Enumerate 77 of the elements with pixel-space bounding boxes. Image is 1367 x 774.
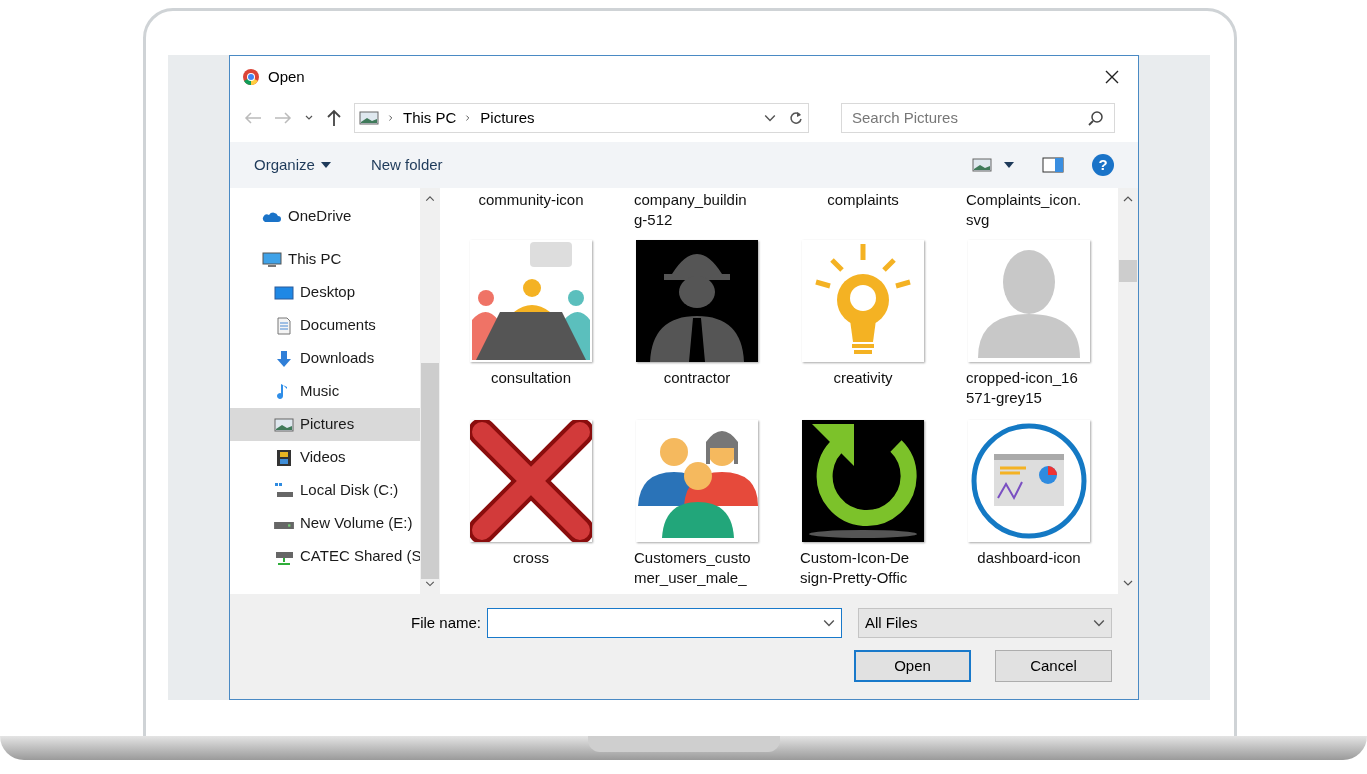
scrollbar[interactable] <box>1118 188 1138 594</box>
organize-button[interactable]: Organize <box>254 153 331 177</box>
scroll-up-icon[interactable] <box>425 194 435 204</box>
file-name[interactable]: cropped-icon_16 571-grey15 <box>966 368 1092 408</box>
file-name[interactable]: Complaints_icon. svg <box>966 190 1092 230</box>
file-name[interactable]: dashboard-icon <box>966 548 1092 568</box>
nav-label: Videos <box>300 447 346 468</box>
file-type-dropdown[interactable]: All Files <box>858 608 1112 638</box>
nav-item[interactable]: CATEC Shared (S <box>230 540 420 573</box>
nav-item[interactable]: Local Disk (C:) <box>230 474 420 507</box>
file-name[interactable]: cross <box>468 548 594 568</box>
file-name[interactable]: Custom-Icon-De sign-Pretty-Offic <box>800 548 926 588</box>
nav-label: New Volume (E:) <box>300 513 413 534</box>
file-name[interactable]: community-icon <box>468 190 594 210</box>
search-icon[interactable] <box>1088 110 1104 126</box>
file-name[interactable]: consultation <box>468 368 594 388</box>
file-name[interactable]: complaints <box>800 190 926 210</box>
address-bar[interactable]: This PC Pictures <box>354 103 809 133</box>
nav-label: Music <box>300 381 340 402</box>
browser-logo-icon <box>242 68 260 86</box>
scroll-down-icon[interactable] <box>1123 578 1133 588</box>
breadcrumb-chevron-icon[interactable] <box>387 113 395 123</box>
nav-item[interactable]: Music <box>230 375 420 408</box>
caret-icon <box>320 162 331 168</box>
new-folder-button[interactable]: New folder <box>370 153 443 177</box>
nav-item[interactable]: New Volume (E:) <box>230 507 420 540</box>
nav-label: Documents <box>300 315 376 336</box>
down-arrow-icon <box>274 349 294 368</box>
nav-item[interactable]: Desktop <box>230 276 420 309</box>
desktop-icon <box>274 283 294 302</box>
dropdown-chevron-icon[interactable] <box>764 112 776 124</box>
file-name-field[interactable] <box>487 608 842 638</box>
computer-icon <box>262 250 282 269</box>
caret-icon[interactable] <box>1004 162 1014 168</box>
breadcrumb[interactable]: Pictures <box>480 106 535 130</box>
nav-label: Pictures <box>300 414 355 435</box>
help-icon[interactable]: ? <box>1092 154 1114 176</box>
scroll-thumb[interactable] <box>421 363 439 579</box>
nav-label: Desktop <box>300 282 356 303</box>
scroll-up-icon[interactable] <box>1123 194 1133 204</box>
nav-label: Downloads <box>300 348 375 369</box>
view-icon[interactable] <box>972 157 992 173</box>
window-title: Open <box>268 66 305 87</box>
file-name[interactable]: creativity <box>800 368 926 388</box>
nav-item[interactable]: Videos <box>230 441 420 474</box>
nav-item[interactable]: Pictures <box>230 408 420 441</box>
search-input[interactable]: Search Pictures <box>852 106 1088 130</box>
close-icon[interactable] <box>1104 69 1120 85</box>
document-icon <box>274 316 294 335</box>
cancel-button[interactable]: Cancel <box>995 650 1112 682</box>
file-name[interactable]: contractor <box>634 368 760 388</box>
picture-icon <box>359 110 379 126</box>
film-icon <box>274 448 294 467</box>
open-button[interactable]: Open <box>854 650 971 682</box>
dropdown-chevron-icon[interactable] <box>823 617 835 629</box>
nav-label: This PC <box>288 249 342 270</box>
dropdown-chevron-icon[interactable] <box>1093 617 1105 629</box>
file-name[interactable]: Customers_custo mer_user_male_ <box>634 548 760 588</box>
search-field[interactable]: Search Pictures <box>841 103 1115 133</box>
nav-item[interactable]: This PC <box>230 243 420 276</box>
drive-icon <box>274 481 294 500</box>
preview-pane-icon[interactable] <box>1042 157 1064 173</box>
file-name[interactable]: company_buildin g-512 <box>634 190 760 230</box>
nav-item[interactable]: OneDrive <box>230 200 420 233</box>
nav-label: CATEC Shared (S <box>300 546 420 567</box>
nav-label: OneDrive <box>288 206 352 227</box>
nav-item[interactable]: Documents <box>230 309 420 342</box>
nav-label: Local Disk (C:) <box>300 480 399 501</box>
breadcrumb[interactable]: This PC <box>403 106 457 130</box>
file-name-label: File name: <box>410 612 481 633</box>
up-arrow-icon[interactable] <box>326 109 342 127</box>
scrollbar[interactable] <box>420 188 440 594</box>
drive-icon <box>274 522 294 529</box>
refresh-icon[interactable] <box>788 110 804 126</box>
picture-icon <box>274 415 294 434</box>
nav-item[interactable]: Downloads <box>230 342 420 375</box>
scroll-thumb[interactable] <box>1119 260 1137 282</box>
